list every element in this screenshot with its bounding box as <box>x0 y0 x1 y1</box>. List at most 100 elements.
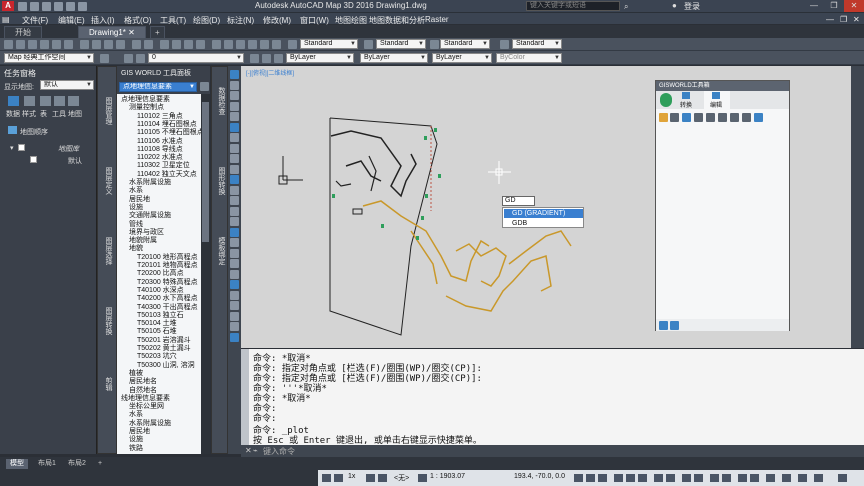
draw-tool-icon[interactable] <box>230 332 239 342</box>
tab-convert[interactable]: 转换 <box>680 100 692 109</box>
paste-icon[interactable] <box>104 40 113 49</box>
publish-icon[interactable] <box>64 40 73 49</box>
draw-tool-icon[interactable] <box>230 269 239 279</box>
strip-b-data-check[interactable]: 数据检查 <box>216 87 226 115</box>
draw-tool-icon[interactable] <box>230 91 239 100</box>
search-icon[interactable]: ⌕ <box>624 2 628 12</box>
login-link[interactable]: 登录 <box>684 1 700 12</box>
layer-combo[interactable]: 0 ▼ <box>148 53 244 63</box>
tab-start[interactable]: 开始 <box>4 26 42 38</box>
units-icon[interactable] <box>738 474 747 482</box>
properties-icon[interactable] <box>212 40 221 49</box>
close-icon[interactable]: ✕ <box>844 0 864 12</box>
open-file-icon[interactable] <box>16 40 25 49</box>
tree-map-library[interactable]: 地图库 <box>58 144 79 154</box>
tool-label-tools[interactable]: 工具 <box>52 109 66 119</box>
tool-icon[interactable] <box>706 113 715 122</box>
markup-icon[interactable] <box>260 40 269 49</box>
gis-feature-list[interactable]: 点地理信息要素 测量控制点 110102 三角点 110104 埋石图根点 110105… <box>117 94 201 454</box>
draw-tool-icon[interactable] <box>230 133 239 142</box>
gis-refresh-icon[interactable] <box>200 82 209 91</box>
gis-list-item[interactable]: T50300 山洞, 溶洞 <box>137 360 195 370</box>
command-window-grip[interactable] <box>241 349 249 445</box>
snap-icon[interactable] <box>598 474 607 482</box>
layout-tab-layout2[interactable]: 布局2 <box>64 459 90 469</box>
model-space-icon[interactable] <box>574 474 583 482</box>
menu-restore-icon[interactable]: ❐ <box>840 15 847 24</box>
tool-icon[interactable] <box>682 113 691 122</box>
style-icon[interactable] <box>24 96 35 106</box>
linetype-combo[interactable]: ByLayer ▼ <box>360 53 428 63</box>
new-tab-button[interactable]: + <box>150 26 165 38</box>
tab-close-icon[interactable]: ✕ <box>128 28 135 37</box>
draw-tool-icon[interactable] <box>230 311 239 321</box>
autocomplete-option-gradient[interactable]: GD (GRADIENT) <box>504 209 583 218</box>
strip-a-clip[interactable]: 剪辑 <box>103 377 113 391</box>
pan-icon[interactable] <box>160 40 169 49</box>
draw-tool-icon[interactable] <box>230 322 239 331</box>
text-style-icon[interactable] <box>288 40 297 49</box>
strip-a-layer-select[interactable]: 图层选择 <box>103 237 113 265</box>
copy-icon[interactable] <box>92 40 101 49</box>
tool-icon[interactable] <box>670 113 679 122</box>
tool-icon[interactable] <box>754 113 763 122</box>
text-style-combo[interactable]: Standard ▼ <box>300 39 358 49</box>
draw-tool-icon[interactable] <box>230 70 239 79</box>
map-icon[interactable] <box>68 96 79 106</box>
draw-tool-icon[interactable] <box>230 101 239 111</box>
visibility-icon[interactable] <box>334 474 343 482</box>
workspace-settings-icon[interactable] <box>100 54 109 63</box>
layer-previous-icon[interactable] <box>262 54 271 63</box>
table-style-icon[interactable] <box>430 40 439 49</box>
tool-icon[interactable] <box>718 113 727 122</box>
edit-icon[interactable] <box>712 92 720 99</box>
layer-properties-icon[interactable] <box>124 54 133 63</box>
map-order-label[interactable]: 地图顺序 <box>20 127 48 137</box>
strip-a-layer-define[interactable]: 图层定义 <box>103 167 113 195</box>
draw-tool-icon[interactable] <box>230 80 239 90</box>
dim-style-combo[interactable]: Standard ▼ <box>376 39 426 49</box>
plotstyle-combo[interactable]: ByColor ▼ <box>496 53 562 63</box>
coordinate-system[interactable]: <无> <box>394 473 409 483</box>
tree-checkbox[interactable] <box>30 156 37 163</box>
tree-default-layer[interactable]: 默认 <box>68 156 82 166</box>
draw-tool-icon[interactable] <box>230 290 239 300</box>
user-icon[interactable]: ● <box>672 1 677 10</box>
command-input[interactable]: 键入命令 <box>263 446 295 457</box>
hardware-icon[interactable] <box>798 474 807 482</box>
draw-tool-icon[interactable] <box>230 143 239 153</box>
isolate-icon[interactable] <box>418 474 427 482</box>
table-style-combo[interactable]: Standard ▼ <box>440 39 490 49</box>
strip-a-layer-convert[interactable]: 图层转换 <box>103 307 113 335</box>
help-icon[interactable] <box>670 321 679 330</box>
tree-expand-icon[interactable]: ▾ <box>10 144 14 152</box>
cut-icon[interactable] <box>80 40 89 49</box>
display-map-combo[interactable]: 默认 ▼ <box>40 80 94 90</box>
calculator-icon[interactable] <box>272 40 281 49</box>
zoom-window-icon[interactable] <box>184 40 193 49</box>
draw-tool-icon[interactable] <box>230 217 239 226</box>
annotation-scale[interactable]: 1x <box>348 473 355 480</box>
autocomplete-option-gdb[interactable]: GDB <box>504 219 583 228</box>
gis-category-combo[interactable]: 点地理信息要素 ▼ <box>119 82 197 92</box>
strip-a-layer-manage[interactable]: 图层管理 <box>103 97 113 125</box>
menu-app-icon[interactable]: ▤ <box>2 15 10 24</box>
tool-label-table[interactable]: 表 <box>40 109 47 119</box>
minimize-icon[interactable]: — <box>804 0 824 12</box>
open-icon[interactable] <box>30 2 39 11</box>
save-file-icon[interactable] <box>28 40 37 49</box>
grid-icon[interactable] <box>586 474 595 482</box>
layout-tab-add[interactable]: + <box>94 459 106 469</box>
customize-icon[interactable]: ⌁ <box>253 446 258 455</box>
draw-tool-icon[interactable] <box>230 280 239 289</box>
preview-icon[interactable] <box>52 40 61 49</box>
layout-tab-layout1[interactable]: 布局1 <box>34 459 60 469</box>
make-current-icon[interactable] <box>250 54 259 63</box>
draw-tool-icon[interactable] <box>230 112 239 121</box>
layer-on-icon[interactable] <box>136 54 145 63</box>
dim-style-icon[interactable] <box>364 40 373 49</box>
tab-edit[interactable]: 编辑 <box>710 100 722 109</box>
draw-tool-icon[interactable] <box>230 185 239 195</box>
ortho-icon[interactable] <box>614 474 623 482</box>
gis-list-scrollbar[interactable] <box>201 94 210 454</box>
